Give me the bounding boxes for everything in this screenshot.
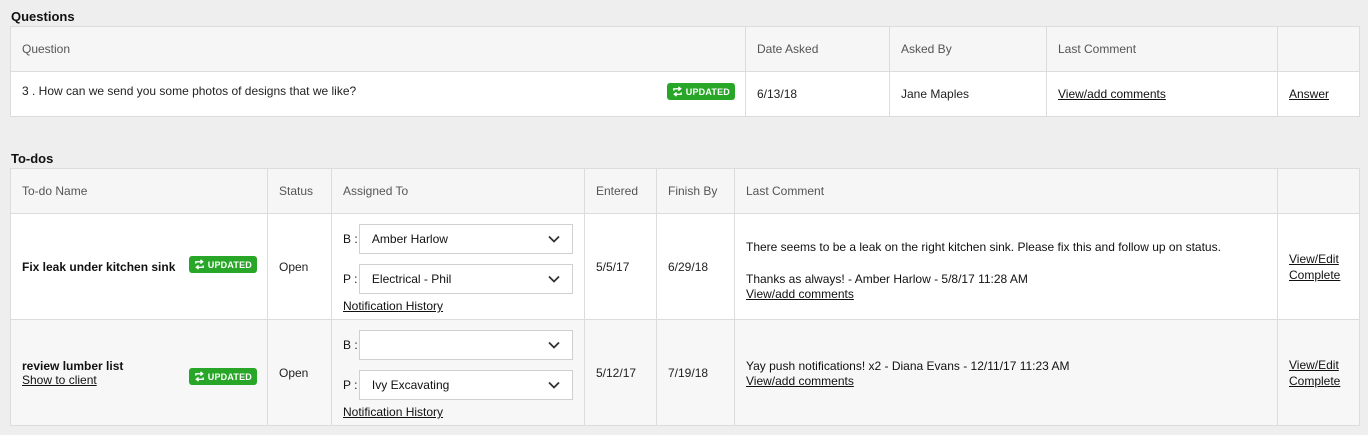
assigned-to-cell: B : Amber Harlow P : Electrical - Phil N…: [331, 213, 585, 320]
question-text: 3 . How can we send you some photos of d…: [22, 84, 357, 98]
view-edit-link[interactable]: View/Edit: [1289, 251, 1348, 267]
pro-assignee-value: Electrical - Phil: [371, 272, 452, 286]
date-asked-cell: 6/13/18: [745, 71, 890, 117]
finish-by-cell: 7/19/18: [656, 319, 735, 426]
todo-actions-cell: View/Edit Complete: [1277, 213, 1360, 320]
assigned-to-cell: B : P : Ivy Excavating Notification Hist…: [331, 319, 585, 426]
finish-by-cell: 6/29/18: [656, 213, 735, 320]
todo-row: Fix leak under kitchen sink UPDATED Open…: [10, 213, 1360, 320]
assigned-to-column-header: Assigned To: [331, 168, 585, 214]
show-to-client-link[interactable]: Show to client: [22, 373, 97, 387]
questions-header-row: Question Date Asked Asked By Last Commen…: [10, 26, 1360, 72]
comment-text: Yay push notifications! x2 - Diana Evans…: [746, 358, 1070, 373]
pro-assignee-select[interactable]: Electrical - Phil: [358, 264, 573, 294]
entered-cell: 5/12/17: [584, 319, 657, 426]
builder-label: B :: [343, 338, 358, 352]
finish-by-column-header: Finish By: [656, 168, 735, 214]
view-add-comments-link[interactable]: View/add comments: [746, 287, 854, 301]
answer-cell: Answer: [1277, 71, 1360, 117]
questions-section-title: Questions: [11, 9, 75, 24]
updated-badge: UPDATED: [188, 256, 257, 273]
question-column-header: Question: [10, 26, 746, 72]
builder-assignee-select[interactable]: Amber Harlow: [358, 224, 573, 254]
todo-name-column-header: To-do Name: [10, 168, 268, 214]
chevron-down-icon: [548, 381, 560, 389]
question-cell: 3 . How can we send you some photos of d…: [10, 71, 746, 117]
todo-actions-cell: View/Edit Complete: [1277, 319, 1360, 426]
chevron-down-icon: [548, 235, 560, 243]
view-add-comments-link[interactable]: View/add comments: [1058, 87, 1166, 101]
pro-assignee-select[interactable]: Ivy Excavating: [358, 370, 573, 400]
last-comment-cell: View/add comments: [1046, 71, 1278, 117]
todo-name: Fix leak under kitchen sink: [22, 259, 176, 274]
actions-column-header: [1277, 26, 1360, 72]
complete-link[interactable]: Complete: [1289, 267, 1348, 283]
builder-assignee-value: Amber Harlow: [371, 232, 448, 246]
entered-column-header: Entered: [584, 168, 657, 214]
todo-actions-column-header: [1277, 168, 1360, 214]
notification-history-link[interactable]: Notification History: [343, 405, 443, 419]
refresh-arrows-icon: [672, 86, 682, 97]
todo-last-comment-cell: There seems to be a leak on the right ki…: [734, 213, 1278, 320]
status-cell: Open: [267, 319, 332, 426]
chevron-down-icon: [548, 341, 560, 349]
todos-table: To-do Name Status Assigned To Entered Fi…: [10, 168, 1360, 426]
builder-assignee-select[interactable]: [358, 330, 573, 360]
last-comment-column-header: Last Comment: [1046, 26, 1278, 72]
questions-table: Question Date Asked Asked By Last Commen…: [10, 26, 1360, 117]
todo-name-cell: Fix leak under kitchen sink UPDATED: [10, 213, 268, 320]
date-asked-column-header: Date Asked: [745, 26, 890, 72]
entered-cell: 5/5/17: [584, 213, 657, 320]
view-edit-link[interactable]: View/Edit: [1289, 357, 1348, 373]
todo-last-comment-cell: Yay push notifications! x2 - Diana Evans…: [734, 319, 1278, 426]
updated-badge: UPDATED: [666, 83, 735, 100]
todo-row: review lumber list Show to client UPDATE…: [10, 319, 1360, 426]
todos-header-row: To-do Name Status Assigned To Entered Fi…: [10, 168, 1360, 214]
notification-history-link[interactable]: Notification History: [343, 299, 443, 313]
answer-link[interactable]: Answer: [1289, 87, 1329, 101]
status-cell: Open: [267, 213, 332, 320]
complete-link[interactable]: Complete: [1289, 373, 1348, 389]
refresh-arrows-icon: [194, 259, 204, 270]
pro-label: P :: [343, 272, 358, 286]
pro-label: P :: [343, 378, 358, 392]
todo-last-comment-column-header: Last Comment: [734, 168, 1278, 214]
question-row: 3 . How can we send you some photos of d…: [10, 71, 1360, 117]
builder-label: B :: [343, 232, 358, 246]
refresh-arrows-icon: [194, 371, 204, 382]
asked-by-cell: Jane Maples: [889, 71, 1047, 117]
comment-text: There seems to be a leak on the right ki…: [746, 239, 1221, 254]
chevron-down-icon: [548, 275, 560, 283]
asked-by-column-header: Asked By: [889, 26, 1047, 72]
view-add-comments-link[interactable]: View/add comments: [746, 374, 854, 388]
status-column-header: Status: [267, 168, 332, 214]
pro-assignee-value: Ivy Excavating: [371, 378, 450, 392]
todo-name-cell: review lumber list Show to client UPDATE…: [10, 319, 268, 426]
todos-section-title: To-dos: [11, 151, 54, 166]
comment-text: Thanks as always! - Amber Harlow - 5/8/1…: [746, 271, 1028, 286]
updated-badge: UPDATED: [188, 368, 257, 385]
